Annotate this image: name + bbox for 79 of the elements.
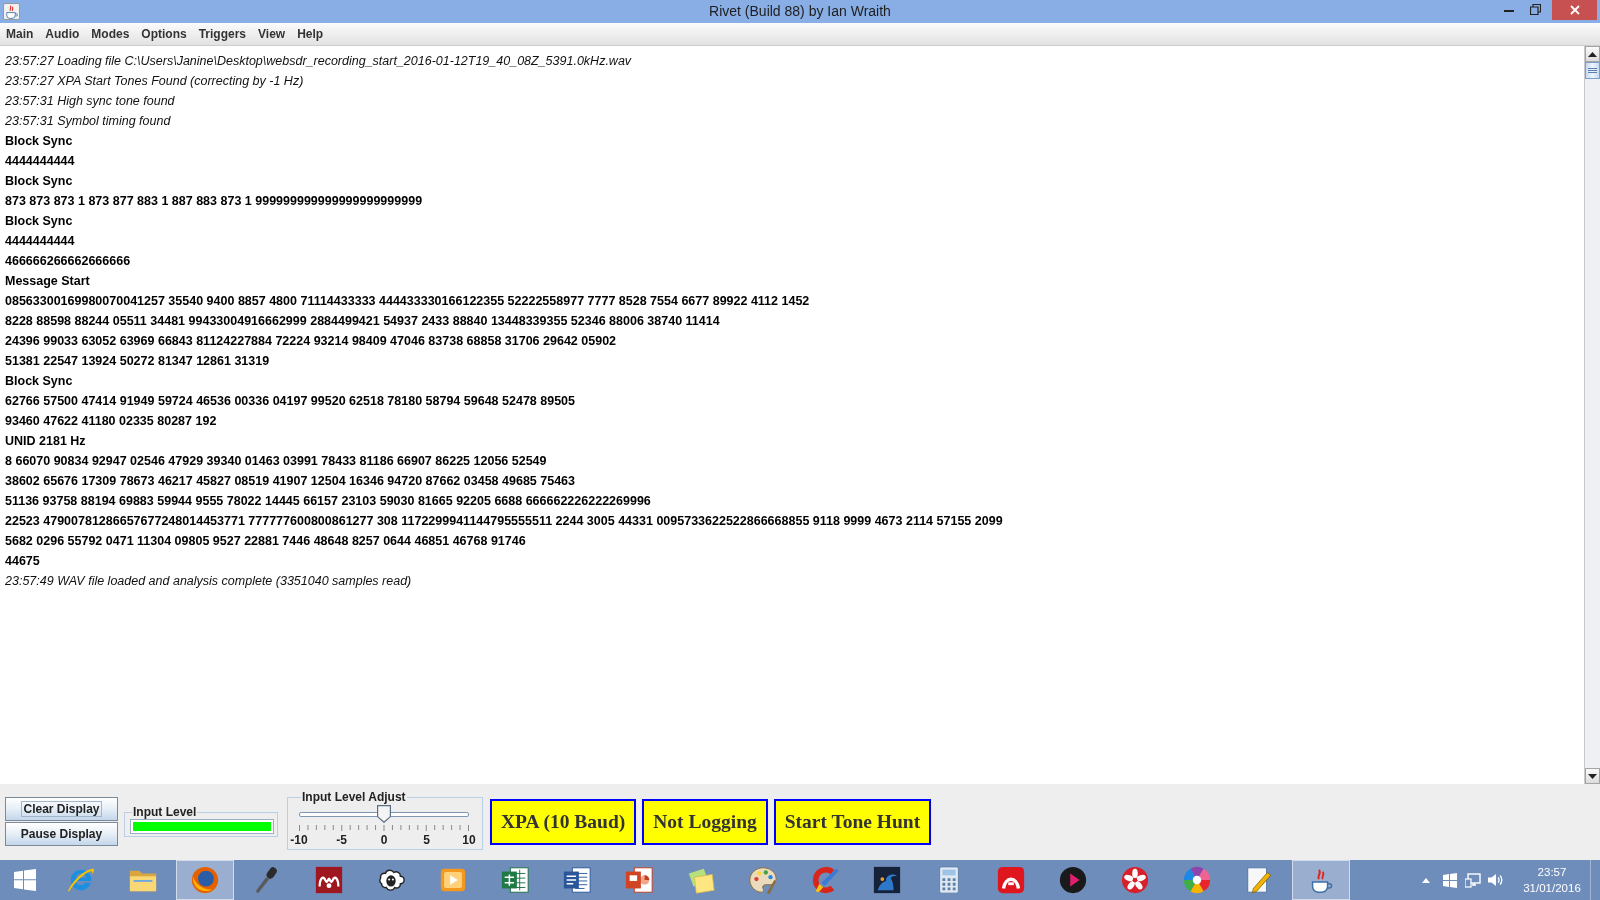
play-circle-icon xyxy=(1058,865,1088,895)
group-title: Input Level Adjust xyxy=(301,790,407,804)
decoded-line: 466666266662666666 xyxy=(5,253,131,270)
cup-icon xyxy=(3,3,20,20)
group-title: Input Level xyxy=(132,805,198,819)
menu-item[interactable]: Main xyxy=(0,27,40,41)
decoded-line: 4444444444 xyxy=(5,153,75,170)
clock-time: 23:57 xyxy=(1537,865,1567,880)
decoded-line: 8228 88598 88244 05511 34481 99433004916662999 2884499421 54937 2433 88840 13448339355 52346 88006 38740 11414 xyxy=(5,313,720,330)
menu-item[interactable]: Options xyxy=(135,27,193,41)
status-line: 23:57:27 Loading file C:\Users\Janine\Desktop\websdr_recording_start_2016-01-12T19_40_08Z_5391.0kHz.wav xyxy=(5,53,632,70)
scrollbar-thumb[interactable] xyxy=(1585,62,1600,79)
window-title: Rivet (Build 88) by Ian Wraith xyxy=(709,2,891,21)
status-line: 23:57:31 High sync tone found xyxy=(5,93,175,110)
decoded-line: Block Sync xyxy=(5,373,73,390)
globe-icon xyxy=(190,865,220,895)
up-arrow-icon xyxy=(1588,51,1597,57)
picture-tile-icon xyxy=(872,865,902,895)
pen-icon xyxy=(1244,865,1274,895)
decoded-line: 62766 57500 47414 91949 59724 46536 00336 04197 99520 62518 78180 58794 59648 52478 89505 xyxy=(5,393,575,410)
decoded-line: 38602 65676 17309 78673 46217 45827 08519 41907 12504 16346 94720 87662 03458 49685 75463 xyxy=(5,473,575,490)
display-button[interactable]: Pause Display xyxy=(5,822,118,846)
close-icon xyxy=(1569,5,1580,15)
decoded-line: 24396 99033 63052 63969 66843 81124227884 72224 93214 98409 47046 83738 68858 31706 29642 05902 xyxy=(5,333,617,350)
grip-icon xyxy=(1588,68,1597,73)
decoded-line: 4444444444 xyxy=(5,233,75,250)
panes-icon[interactable] xyxy=(1442,872,1458,888)
restore-button[interactable] xyxy=(1530,4,1541,15)
decoded-line: 51136 93758 88194 69883 59944 9555 78022 14445 66157 23103 59030 81665 92205 6688 666662226222269996 xyxy=(5,493,651,510)
up-caret-icon[interactable] xyxy=(1422,877,1430,883)
slides-icon xyxy=(624,865,654,895)
status-line: 23:57:27 XPA Start Tones Found (correcting by -1 Hz) xyxy=(5,73,304,90)
menu-item[interactable]: Triggers xyxy=(192,27,253,41)
scroll-up-button[interactable] xyxy=(1585,46,1600,62)
wave-tile-icon xyxy=(314,865,344,895)
decoded-line: 22523 47900781286657677248014453771 777777600800861277 308 1172299941144795555511 2244 3005 44331 0095733622522866668855 9118 9999 4673 2114 57155 2099 xyxy=(5,513,1003,530)
arch-tile-icon xyxy=(996,865,1026,895)
decoded-line: UNID 2181 Hz xyxy=(5,433,86,450)
decoded-line: 93460 47622 41180 02335 80287 192 xyxy=(5,413,217,430)
decoded-line: Block Sync xyxy=(5,173,73,190)
tick-label: 10 xyxy=(462,833,476,847)
decoded-line: 873 873 873 1 873 877 883 1 887 883 873 1 999999999999999999999999 xyxy=(5,193,423,210)
close-button[interactable] xyxy=(1552,0,1597,20)
tick-label: 0 xyxy=(380,833,388,847)
decoded-line: 08563300169980070041257 35540 9400 8857 4800 71114433333 444433330166122355 52222558977 7777 8528 7554 6677 89922 4112 1452 xyxy=(5,293,810,310)
decoded-line: Message Start xyxy=(5,273,90,290)
down-arrow-icon xyxy=(1588,773,1597,779)
palette-icon xyxy=(748,865,778,895)
decoded-line: 51381 22547 13924 50272 81347 12861 31319 xyxy=(5,353,270,370)
decoded-line: 44675 xyxy=(5,553,40,570)
slider-thumb[interactable] xyxy=(377,805,391,823)
mode-button[interactable]: XPA (10 Baud) xyxy=(490,799,637,845)
tick-marks-icon xyxy=(299,825,469,831)
mode-button[interactable]: Start Tone Hunt xyxy=(773,799,932,845)
tick-label: 5 xyxy=(423,833,430,847)
color-wheel-icon xyxy=(1182,865,1212,895)
mode-button[interactable]: Not Logging xyxy=(642,799,768,845)
decoded-line: 8 66070 90834 92947 02546 47929 39340 01463 03991 78433 81186 66907 86225 12056 52549 xyxy=(5,453,547,470)
decoded-line: Block Sync xyxy=(5,133,73,150)
status-line: 23:57:31 Symbol timing found xyxy=(5,113,171,130)
flower-icon xyxy=(1120,865,1150,895)
decoded-line: 5682 0296 55792 0471 11304 09805 9527 22881 7446 48648 8257 0644 46851 46768 91746 xyxy=(5,533,526,550)
decoded-line: Block Sync xyxy=(5,213,73,230)
tick-label: -10 xyxy=(290,833,308,847)
menu-item[interactable]: Help xyxy=(291,27,330,41)
menu-item[interactable]: View xyxy=(252,27,292,41)
menu-item[interactable]: Modes xyxy=(85,27,136,41)
speaker-icon[interactable] xyxy=(1488,873,1504,887)
clock-date: 31/01/2016 xyxy=(1523,881,1581,896)
spreadsheet-icon xyxy=(500,865,530,895)
scroll-down-button[interactable] xyxy=(1585,768,1600,784)
status-line: 23:57:49 WAV file loaded and analysis complete (3351040 samples read) xyxy=(5,573,412,590)
document-icon xyxy=(562,865,592,895)
network-icon[interactable] xyxy=(1465,872,1481,888)
display-button[interactable]: Clear Display xyxy=(5,797,118,821)
brush-icon xyxy=(810,865,840,895)
menu-item[interactable]: Audio xyxy=(39,27,86,41)
tick-label: -5 xyxy=(336,833,347,847)
start-icon xyxy=(14,869,36,891)
